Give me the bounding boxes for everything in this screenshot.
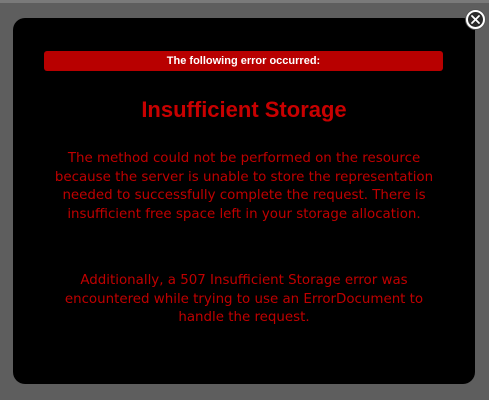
error-modal: The following error occurred: Insufficie…	[13, 18, 475, 384]
close-icon	[471, 15, 480, 24]
additional-error-message: Additionally, a 507 Insufficient Storage…	[64, 273, 424, 325]
error-message: The method could not be performed on the…	[54, 151, 434, 222]
close-button[interactable]	[466, 10, 485, 29]
window-top-edge	[0, 0, 489, 3]
error-title: Insufficient Storage	[141, 97, 347, 122]
error-header-banner: The following error occurred:	[44, 51, 443, 71]
